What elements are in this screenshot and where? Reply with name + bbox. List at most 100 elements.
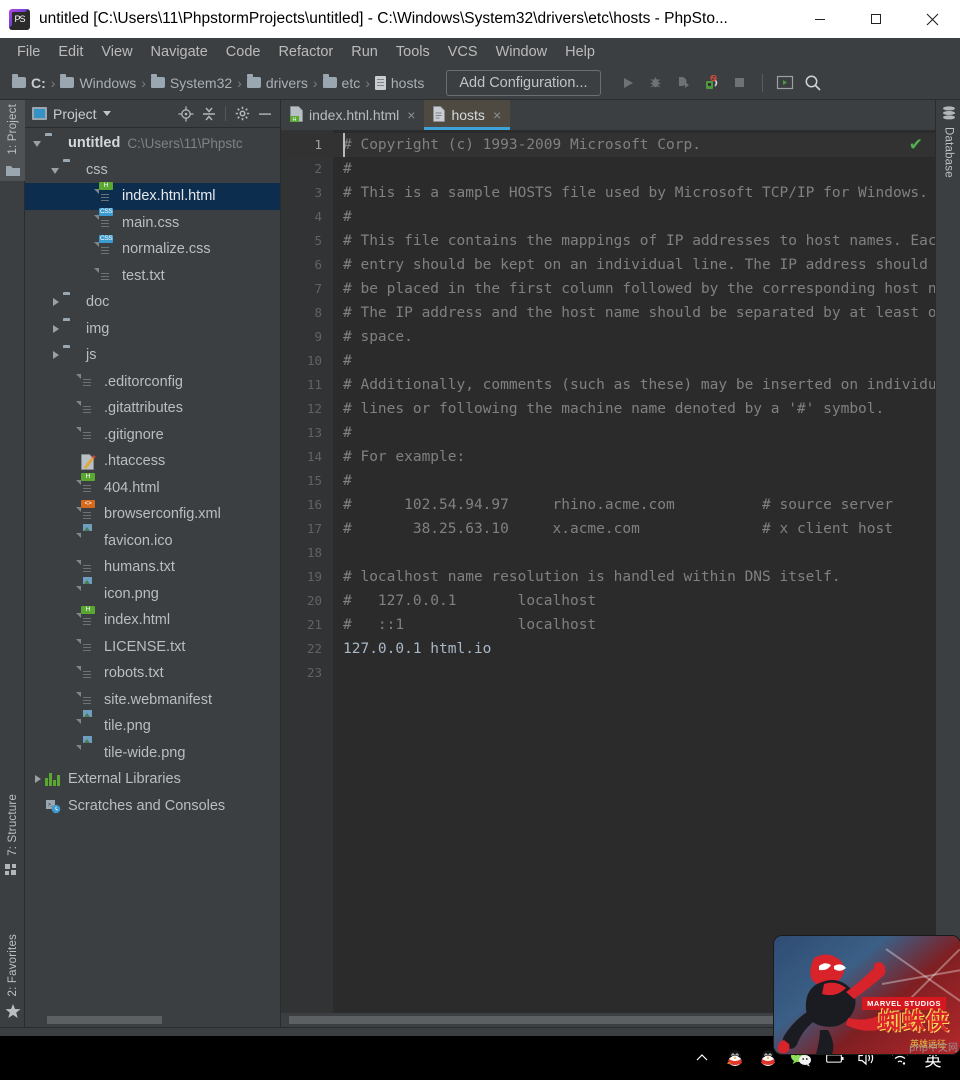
- code-line[interactable]: # space.: [333, 325, 935, 349]
- menu-tools[interactable]: Tools: [387, 41, 439, 63]
- line-number[interactable]: 14: [281, 445, 333, 469]
- hide-panel-icon[interactable]: [254, 103, 276, 125]
- code-line[interactable]: # The IP address and the host name shoul…: [333, 301, 935, 325]
- code-line[interactable]: #: [333, 205, 935, 229]
- tree-item[interactable]: .editorconfig: [25, 369, 280, 396]
- search-everywhere-icon[interactable]: [800, 70, 826, 96]
- disclosure-triangle-icon[interactable]: [49, 295, 63, 309]
- disclosure-triangle-icon[interactable]: [31, 772, 45, 786]
- code-line[interactable]: #: [333, 421, 935, 445]
- line-number[interactable]: 5: [281, 229, 333, 253]
- settings-gear-icon[interactable]: [231, 103, 253, 125]
- menu-code[interactable]: Code: [217, 41, 270, 63]
- tree-item[interactable]: robots.txt: [25, 660, 280, 687]
- tree-item[interactable]: js: [25, 342, 280, 369]
- menu-edit[interactable]: Edit: [49, 41, 92, 63]
- line-number[interactable]: 16: [281, 493, 333, 517]
- tree-item[interactable]: .gitignore: [25, 422, 280, 449]
- line-number[interactable]: 4: [281, 205, 333, 229]
- terminal-icon[interactable]: [772, 70, 798, 96]
- close-icon[interactable]: ×: [407, 107, 415, 123]
- disclosure-triangle-icon[interactable]: [49, 163, 63, 177]
- disclosure-triangle-icon[interactable]: [31, 136, 45, 150]
- menu-vcs[interactable]: VCS: [439, 41, 487, 63]
- run-icon[interactable]: [615, 70, 641, 96]
- breadcrumb-item-c[interactable]: C:: [12, 74, 46, 91]
- sidebar-item-favorites[interactable]: 2: Favorites: [0, 930, 25, 1022]
- code-line[interactable]: #: [333, 349, 935, 373]
- tree-item[interactable]: tile-wide.png: [25, 736, 280, 767]
- code-line[interactable]: # 38.25.63.10 x.acme.com # x client host: [333, 517, 935, 541]
- line-number[interactable]: 19: [281, 565, 333, 589]
- tree-item[interactable]: doc: [25, 289, 280, 316]
- tree-item[interactable]: test.txt: [25, 263, 280, 290]
- line-number[interactable]: 8: [281, 301, 333, 325]
- collapse-all-icon[interactable]: [198, 103, 220, 125]
- menu-view[interactable]: View: [92, 41, 141, 63]
- code-content[interactable]: # Copyright (c) 1993-2009 Microsoft Corp…: [333, 130, 935, 1013]
- project-tree[interactable]: untitled C:\Users\11\Phpstc css Hindex.htnl…: [25, 128, 280, 1013]
- project-hscrollbar[interactable]: [25, 1013, 280, 1027]
- tree-item[interactable]: <> browserconfig.xml: [25, 499, 280, 528]
- tree-item-selected[interactable]: Hindex.htnl.html: [25, 181, 280, 210]
- line-number[interactable]: 21: [281, 613, 333, 637]
- tree-item[interactable]: humans.txt: [25, 554, 280, 581]
- code-line[interactable]: #: [333, 469, 935, 493]
- tree-item[interactable]: icon.png: [25, 577, 280, 608]
- code-line[interactable]: # Copyright (c) 1993-2009 Microsoft Corp…: [333, 133, 935, 157]
- line-number[interactable]: 9: [281, 325, 333, 349]
- tree-item[interactable]: H 404.html: [25, 473, 280, 502]
- tree-item[interactable]: untitled C:\Users\11\Phpstc: [25, 130, 280, 157]
- ime-skin-popup[interactable]: MARVEL STUDIOS 蜘蛛侠 英雄远征 php中文网: [774, 936, 960, 1054]
- disclosure-triangle-icon[interactable]: [49, 322, 63, 336]
- sidebar-item-structure[interactable]: 7: Structure: [0, 790, 25, 882]
- code-line[interactable]: # localhost name resolution is handled w…: [333, 565, 935, 589]
- line-number[interactable]: 1: [281, 133, 333, 157]
- breadcrumb-item-drivers[interactable]: drivers: [246, 74, 308, 91]
- code-line[interactable]: #: [333, 157, 935, 181]
- tree-item[interactable]: css: [25, 157, 280, 184]
- maximize-button[interactable]: [848, 0, 904, 38]
- tree-item[interactable]: .gitattributes: [25, 395, 280, 422]
- menu-navigate[interactable]: Navigate: [142, 41, 217, 63]
- tab-hosts[interactable]: hosts ×: [424, 100, 511, 130]
- menu-run[interactable]: Run: [342, 41, 387, 63]
- code-line[interactable]: [333, 661, 935, 685]
- tree-item[interactable]: Hindex.html: [25, 605, 280, 634]
- run-with-coverage-icon[interactable]: [671, 70, 697, 96]
- line-number[interactable]: 15: [281, 469, 333, 493]
- tree-item[interactable]: favicon.ico: [25, 524, 280, 555]
- code-line[interactable]: # Additionally, comments (such as these)…: [333, 373, 935, 397]
- close-icon[interactable]: ×: [493, 107, 501, 123]
- tree-item[interactable]: CSS main.css: [25, 208, 280, 237]
- line-number[interactable]: 11: [281, 373, 333, 397]
- tree-item[interactable]: CSS normalize.css: [25, 234, 280, 263]
- code-line[interactable]: # 127.0.0.1 localhost: [333, 589, 935, 613]
- code-line[interactable]: # This file contains the mappings of IP …: [333, 229, 935, 253]
- show-hidden-icons-chevron-icon[interactable]: [691, 1047, 713, 1069]
- locate-icon[interactable]: [175, 103, 197, 125]
- menu-file[interactable]: File: [8, 41, 49, 63]
- menu-window[interactable]: Window: [487, 41, 557, 63]
- line-number[interactable]: 18: [281, 541, 333, 565]
- line-number[interactable]: 2: [281, 157, 333, 181]
- disclosure-triangle-icon[interactable]: [49, 348, 63, 362]
- line-number[interactable]: 3: [281, 181, 333, 205]
- profile-icon[interactable]: [699, 70, 725, 96]
- chevron-down-icon[interactable]: [102, 111, 111, 116]
- minimize-button[interactable]: [792, 0, 848, 38]
- code-line[interactable]: 127.0.0.1 html.io: [333, 637, 935, 661]
- breadcrumb-item-etc[interactable]: etc: [322, 74, 360, 91]
- code-line[interactable]: # lines or following the machine name de…: [333, 397, 935, 421]
- line-number[interactable]: 22: [281, 637, 333, 661]
- tree-item[interactable]: tile.png: [25, 709, 280, 740]
- breadcrumb-item-hosts[interactable]: hosts: [374, 75, 424, 91]
- debug-icon[interactable]: [643, 70, 669, 96]
- line-number[interactable]: 23: [281, 661, 333, 685]
- line-number[interactable]: 7: [281, 277, 333, 301]
- breadcrumb-item-system32[interactable]: System32: [150, 74, 232, 91]
- line-number[interactable]: 13: [281, 421, 333, 445]
- sidebar-item-database[interactable]: Database: [936, 100, 960, 182]
- code-line[interactable]: # 102.54.94.97 rhino.acme.com # source s…: [333, 493, 935, 517]
- inspection-status-icon[interactable]: ✔: [909, 136, 923, 153]
